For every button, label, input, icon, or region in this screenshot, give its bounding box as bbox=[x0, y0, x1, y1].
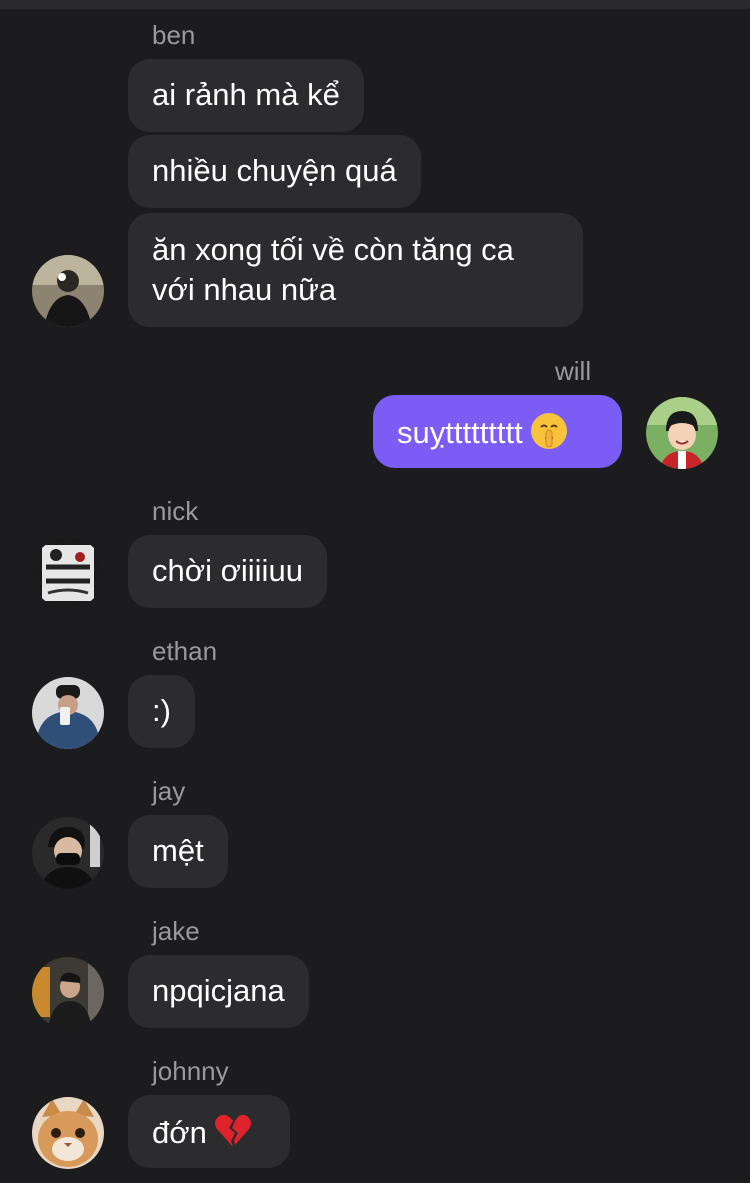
avatar-image bbox=[32, 957, 104, 1029]
avatar-image bbox=[32, 537, 104, 609]
message-bubble[interactable]: đớn bbox=[128, 1095, 290, 1168]
message-bubble[interactable]: ăn xong tối về còn tăng ca với nhau nữa bbox=[128, 213, 583, 327]
avatar-image bbox=[32, 677, 104, 749]
shushing-face-icon bbox=[529, 411, 569, 451]
sender-name-jake: jake bbox=[152, 916, 200, 946]
chat-thread[interactable]: ben ai rảnh mà kể nhiều chuyện quá ăn xo… bbox=[0, 0, 750, 1183]
sender-name-ben: ben bbox=[152, 20, 196, 50]
avatar-will[interactable] bbox=[646, 397, 718, 469]
message-bubble[interactable]: npqicjana bbox=[128, 955, 309, 1028]
message-bubble[interactable]: ai rảnh mà kể bbox=[128, 59, 364, 132]
sender-name-ethan: ethan bbox=[152, 636, 218, 666]
message-bubble[interactable]: chời ơiiiiuu bbox=[128, 535, 327, 608]
sender-name-johnny: johnny bbox=[152, 1056, 229, 1086]
broken-heart-icon bbox=[213, 1111, 253, 1151]
avatar-image bbox=[32, 255, 104, 327]
avatar-image bbox=[32, 817, 104, 889]
message-bubble[interactable]: :) bbox=[128, 675, 195, 748]
avatar-jay[interactable] bbox=[32, 817, 104, 889]
avatar-image bbox=[646, 397, 718, 469]
message-bubble[interactable]: nhiều chuyện quá bbox=[128, 135, 421, 208]
message-text: suỵttttttttt bbox=[397, 415, 523, 450]
avatar-jake[interactable] bbox=[32, 957, 104, 1029]
avatar-nick[interactable] bbox=[32, 537, 104, 609]
avatar-johnny[interactable] bbox=[32, 1097, 104, 1169]
sender-name-nick: nick bbox=[152, 496, 199, 526]
message-bubble-outgoing[interactable]: suỵttttttttt bbox=[373, 395, 622, 468]
avatar-ben[interactable] bbox=[32, 255, 104, 327]
message-bubble[interactable]: mệt bbox=[128, 815, 228, 888]
sender-name-jay: jay bbox=[152, 776, 186, 806]
sender-name-will: will bbox=[555, 356, 592, 386]
avatar-image bbox=[32, 1097, 104, 1169]
avatar-ethan[interactable] bbox=[32, 677, 104, 749]
message-text: đớn bbox=[152, 1115, 207, 1150]
